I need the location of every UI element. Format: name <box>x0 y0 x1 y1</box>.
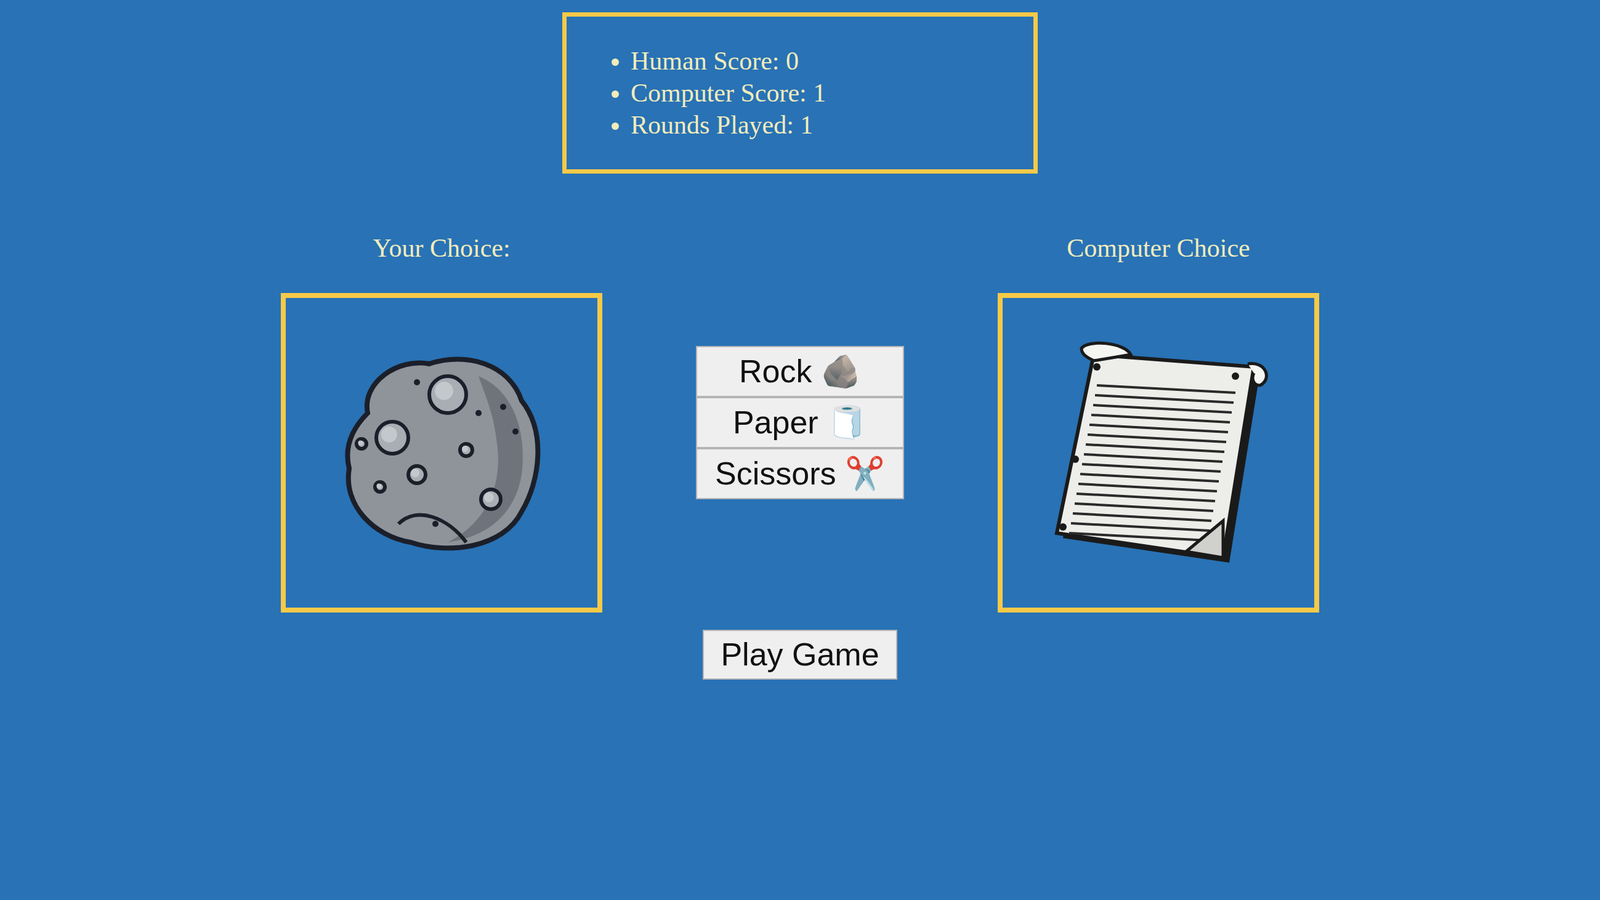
score-list: Human Score: 0Computer Score: 1Rounds Pl… <box>566 44 1009 142</box>
human-choice-panel: Your Choice: <box>280 232 603 613</box>
option-button[interactable]: Paper 🧻 <box>695 397 905 449</box>
paper-icon <box>1038 336 1279 571</box>
computer-choice-panel: Computer Choice <box>997 232 1320 613</box>
choice-box <box>280 293 603 613</box>
choice-label: Computer Choice <box>1066 232 1250 264</box>
option-buttons: Rock 🪨Paper 🧻Scissors ✂️ <box>695 346 905 500</box>
score-item: Rounds Played: 1 <box>630 109 1009 142</box>
choice-label: Your Choice: <box>372 232 510 264</box>
choice-box <box>997 293 1320 613</box>
play-button[interactable]: Play Game <box>702 630 898 680</box>
game-row: Your Choice: Rock 🪨Paper 🧻Scissors ✂️ Comp… <box>280 232 1320 613</box>
rock-icon <box>324 339 559 568</box>
option-button[interactable]: Rock 🪨 <box>695 346 905 398</box>
scoreboard: Human Score: 0Computer Score: 1Rounds Pl… <box>562 12 1038 174</box>
score-item: Human Score: 0 <box>630 44 1009 77</box>
game-page: Human Score: 0Computer Score: 1Rounds Pl… <box>0 0 1600 900</box>
option-button[interactable]: Scissors ✂️ <box>695 448 905 500</box>
score-item: Computer Score: 1 <box>630 76 1009 110</box>
